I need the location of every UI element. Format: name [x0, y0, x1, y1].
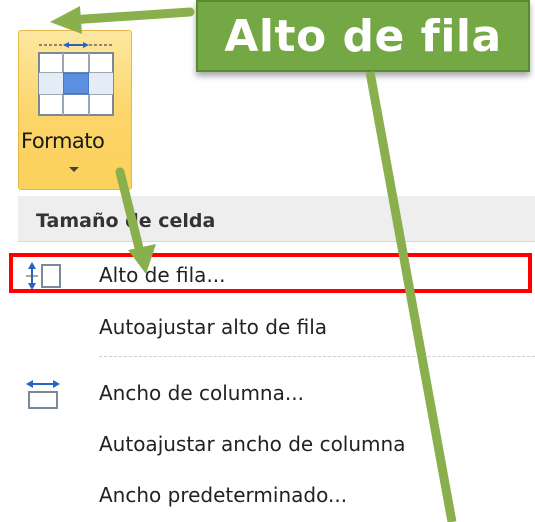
- menu-item-autofit-row-height[interactable]: Autoajustar alto de fila: [0, 302, 535, 352]
- menu-section-header: Tamaño de celda: [18, 196, 535, 242]
- format-button-label: Formato: [21, 129, 105, 153]
- menu-item-label: Ancho predeterminado...: [99, 483, 348, 507]
- chevron-down-icon: [69, 167, 79, 172]
- menu-item-label: Ancho de columna...: [99, 381, 304, 405]
- menu-item-label: Autoajustar alto de fila: [99, 315, 328, 339]
- title-banner: Alto de fila: [196, 0, 530, 72]
- menu-section-title: Tamaño de celda: [36, 210, 216, 232]
- cell-format-icon: [38, 42, 114, 116]
- banner-title: Alto de fila: [224, 10, 502, 62]
- menu-item-column-width[interactable]: Ancho de columna...: [0, 368, 535, 418]
- menu-item-default-width[interactable]: Ancho predeterminado...: [0, 470, 535, 520]
- highlight-box: [9, 253, 532, 293]
- menu-item-autofit-column-width[interactable]: Autoajustar ancho de columna: [0, 419, 535, 469]
- format-ribbon-button[interactable]: Formato: [18, 30, 132, 190]
- menu-item-label: Autoajustar ancho de columna: [99, 432, 406, 456]
- column-width-icon: [26, 380, 60, 409]
- menu-separator: [99, 356, 535, 357]
